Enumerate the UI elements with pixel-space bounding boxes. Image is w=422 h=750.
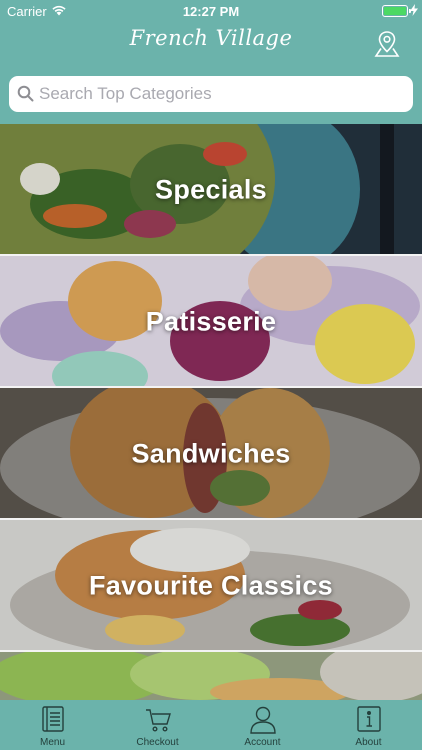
- search-input[interactable]: [39, 76, 404, 112]
- category-label: Favourite Classics: [88, 570, 333, 600]
- row-divider: [0, 254, 422, 256]
- category-label: Patisserie: [145, 306, 277, 336]
- app-title: French Village: [129, 26, 293, 50]
- user-icon: [249, 706, 276, 734]
- charging-icon: [410, 4, 418, 16]
- row-divider: [0, 518, 422, 520]
- menu-book-icon: [41, 706, 64, 732]
- row-divider: [0, 386, 422, 388]
- category-salads[interactable]: [0, 652, 422, 700]
- map-pin-icon[interactable]: [372, 29, 402, 59]
- category-specials[interactable]: Specials: [0, 124, 422, 255]
- cart-icon: [145, 709, 171, 732]
- tab-bar: Menu Checkout Account About: [0, 700, 422, 750]
- tab-account[interactable]: Account: [210, 700, 315, 750]
- status-bar: Carrier 12:27 PM: [0, 0, 422, 22]
- tab-menu[interactable]: Menu: [0, 700, 105, 750]
- tab-about[interactable]: About: [316, 700, 421, 750]
- tab-label: Menu: [39, 737, 65, 748]
- search-bar[interactable]: [9, 76, 413, 112]
- app-header: Carrier 12:27 PM French Village: [0, 0, 422, 124]
- tab-label: About: [355, 737, 382, 748]
- tab-label: Checkout: [136, 737, 179, 748]
- category-favourite-classics[interactable]: Favourite Classics: [0, 520, 422, 651]
- tab-label: Account: [244, 737, 281, 748]
- row-divider: [0, 650, 422, 652]
- info-icon: [356, 706, 381, 732]
- battery-icon: [382, 5, 411, 17]
- search-icon: [17, 85, 34, 102]
- category-label: Specials: [155, 174, 267, 204]
- tab-checkout[interactable]: Checkout: [105, 700, 210, 750]
- category-sandwiches[interactable]: Sandwiches: [0, 388, 422, 519]
- salad-image: [0, 652, 422, 700]
- category-label: Sandwiches: [131, 438, 291, 468]
- status-time: 12:27 PM: [182, 4, 240, 19]
- category-patisserie[interactable]: Patisserie: [0, 256, 422, 387]
